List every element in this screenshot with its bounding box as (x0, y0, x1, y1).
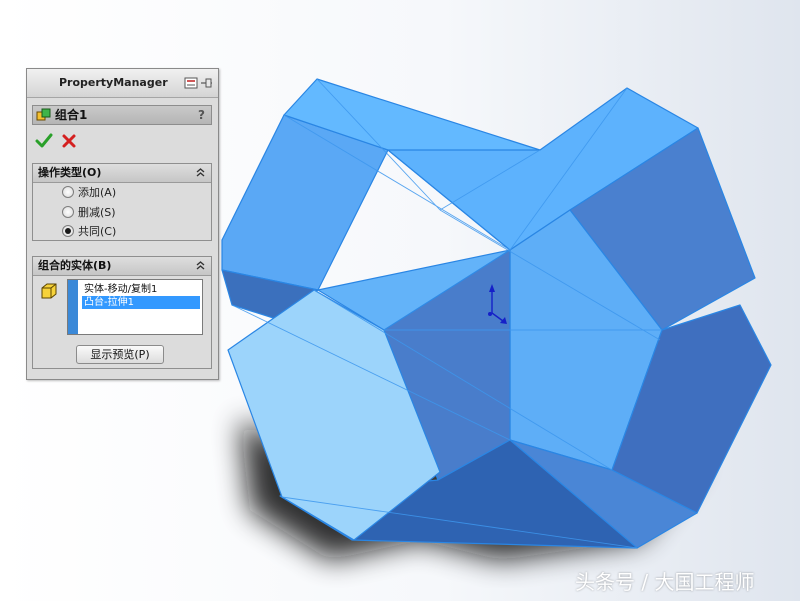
radio-add[interactable]: 添加(A) (62, 185, 116, 201)
bodies-title: 组合的实体(B) (38, 259, 112, 272)
property-manager-header: PropertyManager (27, 69, 218, 98)
double-chevron-up-icon[interactable] (194, 259, 207, 272)
solid-body-icon (41, 283, 57, 299)
feature-name: 组合1 (55, 108, 88, 122)
check-icon[interactable] (35, 132, 53, 150)
operation-type-header[interactable]: 操作类型(O) (33, 164, 211, 183)
radio-button[interactable] (62, 206, 74, 218)
combined-solid-body[interactable] (221, 78, 772, 549)
pin-icon[interactable] (184, 76, 214, 90)
radio-button-selected[interactable] (62, 225, 74, 237)
watermark: 头条号 / 大国工程师 (575, 570, 755, 594)
radio-button[interactable] (62, 186, 74, 198)
x-icon[interactable] (61, 133, 77, 149)
bodies-list[interactable]: 实体-移动/复制1 凸台-拉伸1 (67, 279, 203, 335)
double-chevron-up-icon[interactable] (194, 166, 207, 179)
radio-label: 共同(C) (78, 225, 117, 238)
combine-icon (36, 108, 51, 121)
radio-subtract[interactable]: 删减(S) (62, 205, 116, 221)
property-manager-title: PropertyManager (59, 76, 168, 89)
list-item-selected[interactable]: 凸台-拉伸1 (82, 296, 200, 309)
bodies-header[interactable]: 组合的实体(B) (33, 257, 211, 276)
operation-type-title: 操作类型(O) (38, 166, 102, 179)
operation-type-group: 操作类型(O) (32, 163, 212, 241)
list-item[interactable]: 实体-移动/复制1 (82, 283, 157, 296)
radio-common[interactable]: 共同(C) (62, 224, 116, 240)
radio-label: 添加(A) (78, 186, 117, 199)
property-manager-panel: PropertyManager 组合1 ? 操作类型(O) 添加(A) 删减(S… (26, 68, 219, 380)
feature-name-bar: 组合1 ? (32, 105, 212, 125)
selection-strip (68, 280, 78, 334)
help-icon[interactable]: ? (198, 106, 205, 124)
show-preview-button[interactable]: 显示预览(P) (76, 345, 164, 364)
radio-label: 删减(S) (78, 206, 116, 219)
